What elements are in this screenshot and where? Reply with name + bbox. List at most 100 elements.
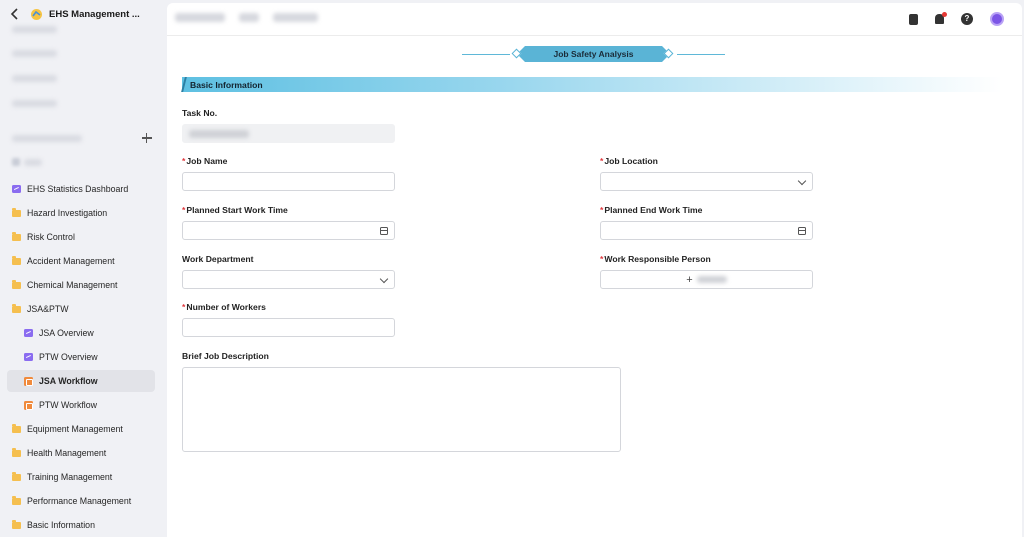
sidebar-item-chemical-management[interactable]: Chemical Management xyxy=(7,274,155,296)
sidebar-item-label: Performance Management xyxy=(27,496,132,506)
breadcrumb xyxy=(175,13,318,22)
dashboard-icon xyxy=(12,185,21,193)
folder-icon xyxy=(12,471,21,481)
required-mark: * xyxy=(182,205,186,215)
job-name-input[interactable] xyxy=(182,172,395,191)
sidebar-item-risk-control[interactable]: Risk Control xyxy=(7,226,155,248)
sidebar: EHS Management ... EHS Statistics Dashbo… xyxy=(0,0,167,537)
chevron-down-icon xyxy=(379,274,389,284)
sidebar-item-training-management[interactable]: Training Management xyxy=(7,466,155,488)
workflow-icon xyxy=(24,376,33,386)
workflow-icon xyxy=(24,400,33,410)
add-icon[interactable] xyxy=(142,133,152,143)
sidebar-item-label: PTW Workflow xyxy=(39,400,97,410)
calendar-icon xyxy=(798,227,806,235)
required-mark: * xyxy=(600,205,604,215)
job-name-label: Job Name xyxy=(186,156,228,166)
dashboard-icon xyxy=(24,353,33,361)
planned-start-date-input[interactable] xyxy=(182,221,395,240)
sidebar-item-label: EHS Statistics Dashboard xyxy=(27,184,129,194)
required-mark: * xyxy=(182,156,186,166)
sidebar-item-ptw-overview[interactable]: PTW Overview xyxy=(7,346,155,368)
folder-icon xyxy=(12,231,21,241)
sidebar-item-performance-management[interactable]: Performance Management xyxy=(7,490,155,512)
sidebar-item-health-management[interactable]: Health Management xyxy=(7,442,155,464)
brief-description-textarea[interactable] xyxy=(182,367,621,452)
blurred-nav-item[interactable] xyxy=(12,50,57,57)
sidebar-item-ptw-workflow[interactable]: PTW Workflow xyxy=(7,394,155,416)
top-bar: ? xyxy=(167,3,1022,36)
work-department-select[interactable] xyxy=(182,270,395,289)
planned-start-label: Planned Start Work Time xyxy=(186,205,288,215)
sidebar-item-label: Training Management xyxy=(27,472,113,482)
section-header-basic-information: Basic Information xyxy=(182,77,1002,92)
plus-icon: + xyxy=(686,273,693,286)
breadcrumb-item[interactable] xyxy=(239,13,259,22)
brief-description-field: Brief Job Description xyxy=(182,351,621,452)
planned-start-field: *Planned Start Work Time xyxy=(182,205,395,240)
sidebar-item-label: Chemical Management xyxy=(27,280,118,290)
sidebar-item-label: JSA Overview xyxy=(39,328,94,338)
job-name-field: *Job Name xyxy=(182,156,395,191)
app-logo-icon xyxy=(31,9,42,20)
chevron-down-icon xyxy=(797,176,807,186)
book-icon[interactable] xyxy=(909,13,918,25)
required-mark: * xyxy=(600,254,604,264)
sidebar-item-label: PTW Overview xyxy=(39,352,98,362)
app-title: EHS Management ... xyxy=(49,9,140,20)
blurred-nav-item[interactable] xyxy=(12,75,57,82)
sidebar-item-jsa-overview[interactable]: JSA Overview xyxy=(7,322,155,344)
folder-icon xyxy=(12,519,21,529)
sidebar-item-label: JSA&PTW xyxy=(27,304,69,314)
number-of-workers-label: Number of Workers xyxy=(186,302,266,312)
number-of-workers-input[interactable] xyxy=(182,318,395,337)
sidebar-item-label: Health Management xyxy=(27,448,107,458)
calendar-icon xyxy=(380,227,388,235)
breadcrumb-item[interactable] xyxy=(175,13,225,22)
task-no-label: Task No. xyxy=(182,108,218,118)
brief-description-label: Brief Job Description xyxy=(182,351,269,361)
responsible-person-field: *Work Responsible Person + xyxy=(600,254,813,289)
blurred-nav-item[interactable] xyxy=(12,158,42,166)
folder-icon xyxy=(12,279,21,289)
sidebar-item-basic-information[interactable]: Basic Information xyxy=(7,514,155,536)
sidebar-item-label: Basic Information xyxy=(27,520,95,530)
planned-end-date-input[interactable] xyxy=(600,221,813,240)
sidebar-item-jsa-workflow[interactable]: JSA Workflow xyxy=(7,370,155,392)
blurred-nav-item[interactable] xyxy=(12,100,57,107)
task-no-input xyxy=(182,124,395,143)
sidebar-item-ehs-statistics-dashboard[interactable]: EHS Statistics Dashboard xyxy=(7,178,155,200)
add-responsible-person-button[interactable]: + xyxy=(600,270,813,289)
form-title-banner: Job Safety Analysis xyxy=(462,44,725,64)
job-location-select[interactable] xyxy=(600,172,813,191)
required-mark: * xyxy=(182,302,186,312)
folder-icon xyxy=(12,207,21,217)
sidebar-item-jsa-ptw[interactable]: JSA&PTW xyxy=(7,298,155,320)
sidebar-item-label: Hazard Investigation xyxy=(27,208,108,218)
back-arrow-icon[interactable] xyxy=(10,8,20,20)
banner-line xyxy=(462,54,510,55)
folder-icon xyxy=(12,423,21,433)
job-location-field: *Job Location xyxy=(600,156,813,191)
sidebar-item-equipment-management[interactable]: Equipment Management xyxy=(7,418,155,440)
work-department-label: Work Department xyxy=(182,254,254,264)
planned-end-label: Planned End Work Time xyxy=(604,205,703,215)
blurred-nav-item[interactable] xyxy=(12,26,57,33)
sidebar-item-hazard-investigation[interactable]: Hazard Investigation xyxy=(7,202,155,224)
avatar[interactable] xyxy=(990,12,1004,26)
bell-icon[interactable] xyxy=(935,12,947,24)
folder-icon xyxy=(12,447,21,457)
breadcrumb-item[interactable] xyxy=(273,13,318,22)
sidebar-item-accident-management[interactable]: Accident Management xyxy=(7,250,155,272)
number-of-workers-field: *Number of Workers xyxy=(182,302,395,337)
banner-line xyxy=(677,54,725,55)
planned-end-field: *Planned End Work Time xyxy=(600,205,813,240)
add-person-text xyxy=(696,276,727,283)
dashboard-icon xyxy=(24,329,33,337)
folder-icon xyxy=(12,255,21,265)
responsible-person-label: Work Responsible Person xyxy=(604,254,711,264)
favorites-section-header xyxy=(12,133,152,143)
required-mark: * xyxy=(600,156,604,166)
help-icon[interactable]: ? xyxy=(961,13,973,25)
sidebar-item-label: Risk Control xyxy=(27,232,75,242)
